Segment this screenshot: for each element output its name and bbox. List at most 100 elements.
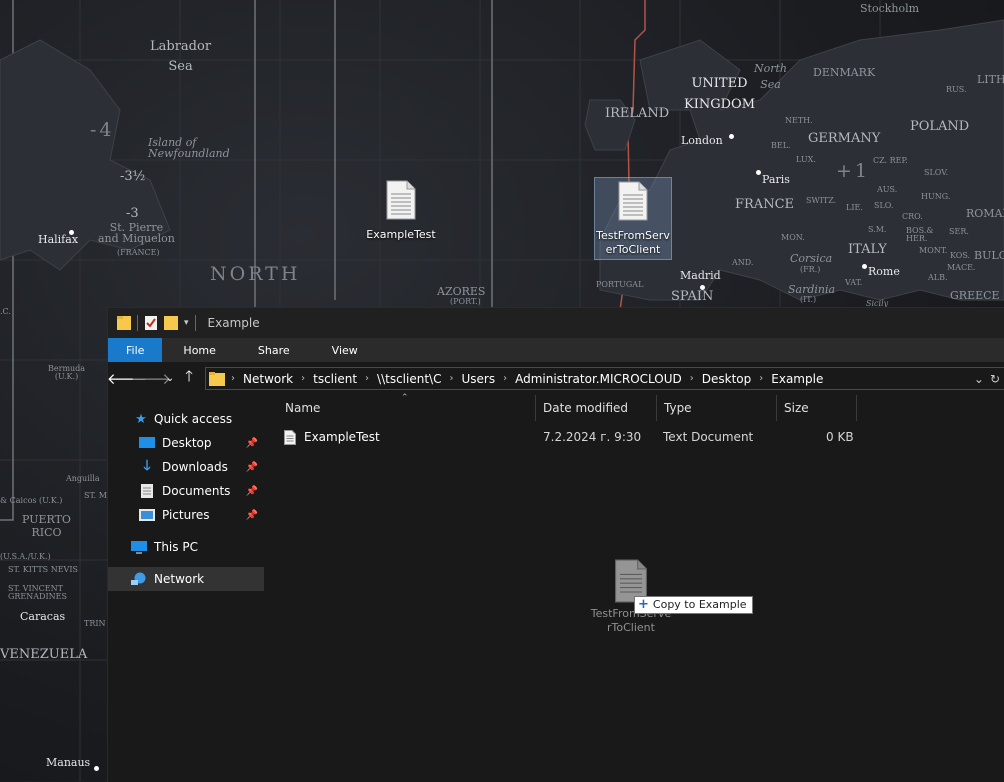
map-label-kos: KOS. bbox=[950, 251, 971, 260]
nav-item-label: Pictures bbox=[162, 508, 210, 522]
window-title: Example bbox=[207, 316, 260, 330]
map-label-north: NORTH bbox=[210, 263, 301, 285]
map-label-anguilla: Anguilla bbox=[66, 474, 100, 483]
new-folder-icon[interactable] bbox=[164, 315, 178, 331]
pin-icon[interactable]: 📌 bbox=[246, 438, 258, 449]
column-header-name[interactable]: Name bbox=[278, 395, 536, 421]
file-type: Text Document bbox=[663, 430, 754, 444]
column-header-size[interactable]: Size bbox=[777, 395, 857, 421]
map-label-poland: POLAND bbox=[910, 119, 970, 134]
arrow-right-icon[interactable]: 🡒 bbox=[131, 369, 171, 388]
map-label-lie: LIE. bbox=[846, 203, 863, 212]
map-label-aus: AUS. bbox=[877, 185, 898, 194]
tab-home[interactable]: Home bbox=[162, 338, 236, 362]
text-document-icon bbox=[386, 180, 416, 220]
nav-item-label: Desktop bbox=[162, 436, 212, 450]
column-header-date-modified[interactable]: Date modified bbox=[536, 395, 657, 421]
nav-desktop[interactable]: Desktop 📌 bbox=[108, 431, 264, 455]
map-label-bermuda: Bermuda (U.K.) bbox=[48, 364, 86, 381]
nav-pictures[interactable]: Pictures 📌 bbox=[108, 503, 264, 527]
breadcrumb-separator[interactable]: › bbox=[757, 373, 765, 384]
toolbar-divider bbox=[194, 315, 196, 331]
table-row[interactable]: ExampleTest 7.2.2024 г. 9:30 Text Docume… bbox=[278, 427, 868, 447]
file-list-pane[interactable]: ⌃ Name Date modified Type Size ExampleTe… bbox=[264, 393, 1004, 782]
map-label-lith: LITH. bbox=[977, 73, 1004, 86]
nav-network[interactable]: Network bbox=[108, 567, 264, 591]
map-label-it: (IT.) bbox=[800, 295, 817, 304]
nav-downloads[interactable]: 🡓 Downloads 📌 bbox=[108, 455, 264, 479]
map-label-lux: LUX. bbox=[796, 155, 816, 164]
ribbon-tabs: File Home Share View bbox=[108, 338, 1004, 362]
address-bar[interactable]: › Network › tsclient › \\tsclient\C › Us… bbox=[205, 367, 1004, 390]
map-label-greece: GREECE bbox=[950, 289, 1000, 302]
city-dot-manaus bbox=[94, 766, 99, 771]
map-label-slov: SLOV. bbox=[924, 168, 949, 177]
nav-documents[interactable]: Documents 📌 bbox=[108, 479, 264, 503]
pin-icon[interactable]: 📌 bbox=[246, 462, 258, 473]
breadcrumb-network[interactable]: Network bbox=[237, 372, 299, 386]
map-label-ireland: IRELAND bbox=[605, 106, 670, 121]
nav-item-label: Quick access bbox=[154, 412, 233, 426]
customize-quick-access-icon[interactable]: ▾ bbox=[184, 318, 189, 328]
column-header-type[interactable]: Type bbox=[657, 395, 777, 421]
pin-icon[interactable]: 📌 bbox=[246, 510, 258, 521]
map-label-portugal: PORTUGAL bbox=[596, 280, 644, 289]
map-label-st-vincent: ST. VINCENT GRENADINES bbox=[8, 584, 67, 601]
tab-file[interactable]: File bbox=[108, 338, 163, 362]
tab-view[interactable]: View bbox=[311, 338, 379, 362]
breadcrumb-separator[interactable]: › bbox=[299, 373, 307, 384]
map-label-mont: MONT. bbox=[919, 246, 948, 255]
file-size: 0 KB bbox=[826, 430, 854, 444]
breadcrumb-administrator[interactable]: Administrator.MICROCLOUD bbox=[509, 372, 688, 386]
map-label-italy: ITALY bbox=[848, 242, 887, 257]
navigation-bar: 🡐 🡒 ⌄ 🡑 › Network › tsclient › \\tsclien… bbox=[107, 362, 1004, 395]
breadcrumb-desktop[interactable]: Desktop bbox=[696, 372, 758, 386]
map-label-labrador-sea: Labrador Sea bbox=[150, 39, 212, 74]
nav-this-pc[interactable]: This PC bbox=[108, 535, 264, 559]
breadcrumb-users[interactable]: Users bbox=[455, 372, 501, 386]
breadcrumb-separator[interactable]: › bbox=[447, 373, 455, 384]
map-label-s-m: S.M. bbox=[868, 225, 887, 234]
chevron-down-icon[interactable]: ⌄ bbox=[163, 373, 177, 384]
map-label-bulg: BULG bbox=[974, 249, 1004, 262]
map-label-tz-minus3-5: -3½ bbox=[120, 169, 146, 184]
title-bar[interactable]: ▾ Example bbox=[108, 308, 1004, 338]
breadcrumb-tsclient[interactable]: tsclient bbox=[307, 372, 363, 386]
map-label-neth: NETH. bbox=[785, 116, 813, 125]
map-label-alb: ALB. bbox=[928, 273, 948, 282]
breadcrumb-separator[interactable]: › bbox=[688, 373, 696, 384]
map-label-cz-rep: CZ. REP. bbox=[873, 156, 908, 165]
desktop-icon-exampletest[interactable]: ExampleTest bbox=[363, 180, 439, 242]
text-document-icon bbox=[618, 181, 648, 221]
plus-icon: + bbox=[638, 597, 649, 612]
map-label-rome: Rome bbox=[868, 265, 900, 278]
city-dot-rome bbox=[862, 264, 867, 269]
download-arrow-icon: 🡓 bbox=[143, 458, 151, 474]
map-label-st-kitts: ST. KITTS NEVIS bbox=[8, 565, 78, 574]
column-headers: ⌃ Name Date modified Type Size bbox=[264, 393, 1004, 421]
map-label-port: (PORT.) bbox=[450, 297, 481, 306]
map-label-mace: MACE. bbox=[947, 263, 976, 272]
file-explorer-window: ▾ Example File Home Share View 🡐 🡒 ⌄ 🡑 ›… bbox=[107, 307, 1004, 782]
folder-icon bbox=[117, 316, 131, 330]
desktop-icon-label: ExampleTest bbox=[366, 228, 436, 241]
map-label-vat: VAT. bbox=[845, 278, 863, 287]
breadcrumb-separator[interactable]: › bbox=[501, 373, 509, 384]
arrow-up-icon[interactable]: 🡑 bbox=[177, 366, 201, 391]
folder-icon bbox=[209, 371, 225, 386]
file-name-cell: ExampleTest bbox=[284, 427, 380, 447]
properties-icon[interactable] bbox=[144, 315, 158, 331]
map-label-denmark: DENMARK bbox=[813, 66, 876, 79]
desktop-icon-testfromservertoclient[interactable]: TestFromServerToClient bbox=[594, 177, 672, 260]
breadcrumb-tsclient-c[interactable]: \\tsclient\C bbox=[371, 372, 447, 386]
map-label-france: FRANCE bbox=[735, 197, 795, 212]
map-label-paris: Paris bbox=[762, 173, 790, 186]
breadcrumb-separator[interactable]: › bbox=[363, 373, 371, 384]
nav-quick-access[interactable]: ★ Quick access bbox=[108, 407, 264, 431]
refresh-icon[interactable]: ↻ bbox=[990, 372, 1000, 386]
map-label-and: AND. bbox=[732, 258, 754, 267]
tab-share[interactable]: Share bbox=[237, 338, 311, 362]
breadcrumb-example[interactable]: Example bbox=[765, 372, 829, 386]
pin-icon[interactable]: 📌 bbox=[246, 486, 258, 497]
chevron-down-icon[interactable]: ⌄ bbox=[974, 372, 984, 386]
